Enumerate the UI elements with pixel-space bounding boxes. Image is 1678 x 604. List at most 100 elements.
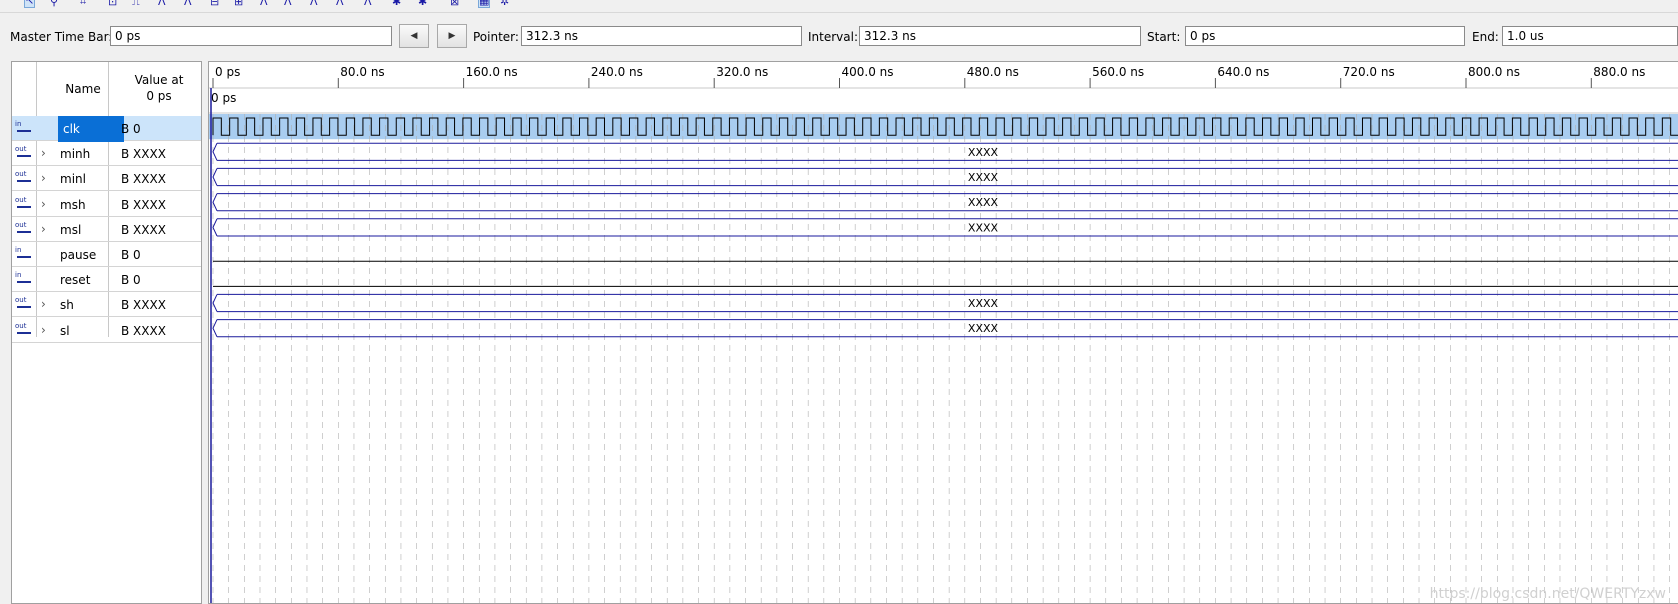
name-column-header[interactable]: Name xyxy=(38,62,128,116)
signal-value: B XXXX xyxy=(121,323,166,338)
signal-name: minh xyxy=(60,147,91,162)
master-time-bar-field[interactable]: 0 ps xyxy=(110,26,392,46)
pin-direction-text: out xyxy=(15,220,27,229)
force-low-icon[interactable]: Ʌ xyxy=(184,0,192,8)
end-field[interactable]: 1.0 us xyxy=(1502,26,1678,46)
expand-chevron-icon[interactable]: › xyxy=(41,323,46,337)
pin-direction-text: out xyxy=(15,170,27,179)
grid-toggle-icon[interactable]: ▦ xyxy=(478,0,491,8)
invert-icon[interactable]: ⊟ xyxy=(210,0,219,8)
bus-value-label: XXXX xyxy=(968,297,999,310)
pin-bar xyxy=(17,130,31,132)
force-high-icon[interactable]: Ʌ xyxy=(158,0,166,8)
signal-row-clk[interactable]: in clk B 0 xyxy=(12,116,201,142)
time-tick-label: 160.0 ns xyxy=(466,65,518,79)
arbitrary-value-icon[interactable]: Ʌ xyxy=(310,0,318,8)
settings-icon[interactable]: ✲ xyxy=(500,0,509,8)
generate-icon[interactable]: ⊠ xyxy=(450,0,459,8)
bus-value-label: XXXX xyxy=(968,221,999,234)
expand-chevron-icon[interactable]: › xyxy=(41,222,46,236)
bus-start-edge xyxy=(212,168,218,186)
signal-value: B 0 xyxy=(121,248,141,262)
expand-chevron-icon[interactable]: › xyxy=(41,297,46,311)
end-label: End: xyxy=(1472,30,1499,44)
signal-row-minl[interactable]: out › minl B XXXX xyxy=(12,166,201,192)
signal-row-minh[interactable]: out › minh B XXXX xyxy=(12,141,201,167)
time-tick-label: 400.0 ns xyxy=(842,65,894,79)
random-value-icon[interactable]: Ʌ xyxy=(260,0,268,8)
snap-grid-icon[interactable]: Ʌ xyxy=(364,0,372,8)
time-tick-label: 240.0 ns xyxy=(591,65,643,79)
start-label: Start: xyxy=(1147,30,1181,44)
bus-value-label: XXXX xyxy=(968,146,999,159)
pointer-field[interactable]: 312.3 ns xyxy=(521,26,802,46)
expand-chevron-icon[interactable]: › xyxy=(41,197,46,211)
value-column-header[interactable]: Value at 0 ps xyxy=(117,72,201,104)
node-finder-icon[interactable]: ⌗ xyxy=(80,0,86,8)
signal-row-msh[interactable]: out › msh B XXXX xyxy=(12,192,201,217)
time-tick-label: 800.0 ns xyxy=(1468,65,1520,79)
waveform-icon[interactable]: ⎍ xyxy=(132,0,140,8)
signal-name: sh xyxy=(60,298,74,313)
signal-row-reset[interactable]: in reset B 0 xyxy=(12,267,201,293)
expand-chevron-icon[interactable]: › xyxy=(41,146,46,160)
pin-direction-text: out xyxy=(15,296,27,305)
expand-chevron-icon[interactable]: › xyxy=(41,171,46,185)
pin-bar xyxy=(17,281,31,284)
signal-row-sl[interactable]: out › sl B XXXX xyxy=(12,318,201,343)
pointer-tool-icon[interactable]: ↖ xyxy=(24,0,36,8)
watermark: https://blog.csdn.net/QWERTYzxw xyxy=(1429,586,1666,602)
time-tick-label: 480.0 ns xyxy=(967,65,1019,79)
output-pin-icon: out xyxy=(15,296,33,314)
count-value-icon[interactable]: ⊞ xyxy=(234,0,243,8)
time-bar: Master Time Bar: 0 ps ◀ ▶ Pointer: 312.3… xyxy=(0,22,1678,54)
signal-name: pause xyxy=(60,248,97,262)
zoom-tool-icon[interactable]: ⚲ xyxy=(50,0,58,8)
time-tick-label: 560.0 ns xyxy=(1092,65,1144,79)
cursor-time-label: 0 ps xyxy=(211,91,236,105)
pin-direction-text: in xyxy=(15,246,22,254)
clock-icon[interactable]: Ʌ xyxy=(284,0,292,8)
bus-start-edge xyxy=(212,193,218,212)
waveform-canvas[interactable]: 0 ps 80.0 ns 160.0 ns 240.0 ns 320.0 ns 400.0… xyxy=(209,62,1678,604)
run-timing-icon[interactable]: ✱ xyxy=(418,0,427,8)
time-tick-label: 640.0 ns xyxy=(1217,65,1269,79)
pin-direction-text: out xyxy=(15,195,27,204)
interval-field[interactable]: 312.3 ns xyxy=(859,26,1141,46)
next-transition-button[interactable]: ▶ xyxy=(437,24,467,48)
time-tick-label: 0 ps xyxy=(215,65,240,79)
output-pin-icon: out xyxy=(15,196,33,214)
waveform-panel[interactable]: 0 ps 80.0 ns 160.0 ns 240.0 ns 320.0 ns 400.0… xyxy=(208,61,1678,604)
bus-value-label: XXXX xyxy=(968,171,999,184)
insert-node-icon[interactable]: ⊡ xyxy=(108,0,117,8)
value-header-line2: 0 ps xyxy=(146,89,172,103)
time-tick-label: 320.0 ns xyxy=(716,65,768,79)
pin-bar xyxy=(17,155,31,158)
signal-row-msl[interactable]: out › msl B XXXX xyxy=(12,217,201,242)
signal-row-sh[interactable]: out › sh B XXXX xyxy=(12,292,201,318)
signal-value: B XXXX xyxy=(121,172,166,187)
signal-value: B 0 xyxy=(121,273,141,288)
run-functional-icon[interactable]: ✱ xyxy=(392,0,401,8)
time-tick-label: 880.0 ns xyxy=(1593,65,1645,79)
input-pin-icon: in xyxy=(15,271,33,289)
pin-bar xyxy=(17,205,31,208)
toolbar: ↖ ⚲ ⌗ ⊡ ⎍ Ʌ Ʌ ⊟ ⊞ Ʌ Ʌ Ʌ Ʌ Ʌ ✱ ✱ ⊠ ▦ ✲ xyxy=(0,0,1678,13)
overwrite-icon[interactable]: Ʌ xyxy=(336,0,344,8)
pin-bar xyxy=(17,306,31,309)
pin-bar xyxy=(17,256,31,258)
bus-start-edge xyxy=(212,218,218,237)
pin-bar xyxy=(17,331,31,334)
pointer-label: Pointer: xyxy=(473,30,519,44)
signal-name: reset xyxy=(60,273,91,288)
interval-label: Interval: xyxy=(808,30,858,44)
signal-value: B XXXX xyxy=(121,197,166,212)
time-tick-label: 720.0 ns xyxy=(1343,65,1395,79)
start-field[interactable]: 0 ps xyxy=(1185,26,1465,46)
signal-name: minl xyxy=(60,172,86,187)
prev-transition-button[interactable]: ◀ xyxy=(399,24,429,48)
bus-value-label: XXXX xyxy=(968,196,999,209)
output-pin-icon: out xyxy=(15,170,33,188)
signal-row-pause[interactable]: in pause B 0 xyxy=(12,242,201,267)
pin-direction-text: in xyxy=(15,120,22,128)
